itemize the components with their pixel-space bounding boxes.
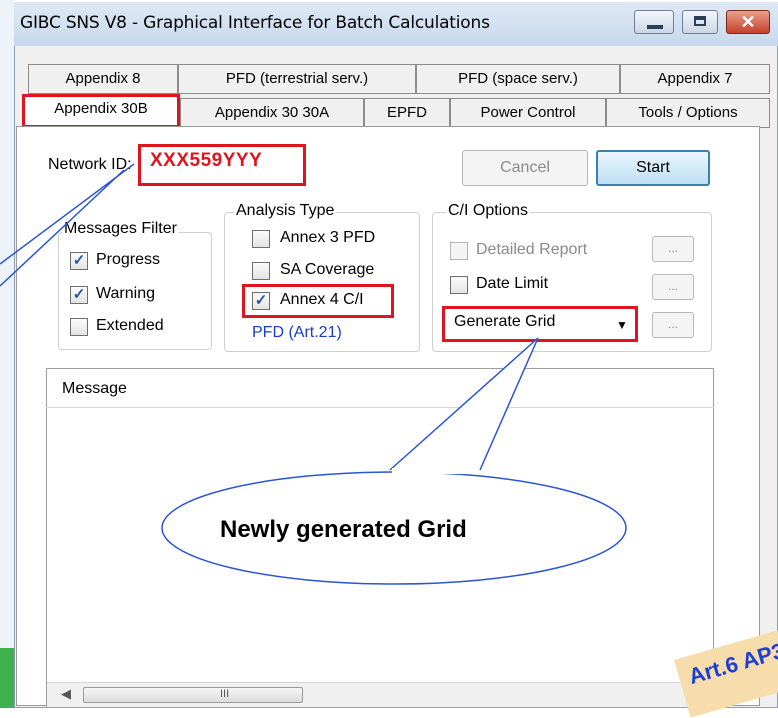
annex-3-pfd-label: Annex 3 PFD [280, 229, 376, 246]
sa-coverage-checkbox[interactable] [252, 262, 270, 280]
annex-4-ci-checkbox[interactable]: ✓ [252, 292, 270, 310]
detailed-report-label: Detailed Report [476, 241, 588, 258]
tab-pfd-terrestrial[interactable]: PFD (terrestrial serv.) [178, 64, 416, 94]
date-limit-label: Date Limit [476, 275, 549, 292]
message-list-header [46, 368, 714, 408]
tab-tools-options[interactable]: Tools / Options [606, 98, 770, 128]
start-button[interactable]: Start [596, 150, 710, 186]
close-button[interactable]: ✕ [726, 10, 770, 34]
callout-label: Newly generated Grid [220, 516, 467, 543]
close-icon: ✕ [740, 12, 756, 32]
ci-options-title: C/I Options [446, 202, 531, 220]
network-id-label: Network ID: [48, 156, 132, 173]
date-limit-checkbox[interactable] [450, 276, 468, 294]
tab-appendix-7[interactable]: Appendix 7 [620, 64, 770, 94]
grid-select-value: Generate Grid [454, 313, 556, 330]
date-limit-browse-button[interactable]: ... [652, 274, 694, 300]
annex-4-ci-label: Annex 4 C/I [280, 291, 364, 308]
analysis-type-title: Analysis Type [234, 202, 337, 220]
minimize-icon [647, 25, 663, 29]
cancel-button[interactable]: Cancel [462, 150, 588, 186]
tab-appendix-30b[interactable]: Appendix 30B [22, 94, 180, 128]
horizontal-scrollbar[interactable]: ◀ III [47, 682, 713, 707]
extended-label: Extended [96, 317, 164, 334]
grid-browse-button[interactable]: ... [652, 312, 694, 338]
green-accent-block [0, 648, 14, 708]
title-bar: GIBC SNS V8 - Graphical Interface for Ba… [14, 2, 778, 46]
scroll-left-icon[interactable]: ◀ [61, 686, 71, 702]
chevron-down-icon: ▼ [616, 318, 628, 332]
scrollbar-grip: III [220, 688, 230, 700]
progress-checkbox[interactable]: ✓ [70, 252, 88, 270]
tab-power-control[interactable]: Power Control [450, 98, 606, 128]
progress-label: Progress [96, 251, 161, 268]
warning-label: Warning [96, 285, 155, 302]
tab-appendix-30-30a[interactable]: Appendix 30 30A [180, 98, 364, 128]
sa-coverage-label: SA Coverage [280, 261, 375, 278]
messages-filter-title: Messages Filter [62, 220, 179, 238]
pfd-art21-link[interactable]: PFD (Art.21) [252, 324, 342, 342]
window-title: GIBC SNS V8 - Graphical Interface for Ba… [20, 13, 490, 33]
message-column-header[interactable]: Message [62, 380, 127, 398]
detailed-report-checkbox[interactable] [450, 242, 468, 260]
detailed-report-browse-button[interactable]: ... [652, 236, 694, 262]
tab-epfd[interactable]: EPFD [364, 98, 450, 128]
network-id-value: XXX559YYY [150, 150, 263, 171]
annex-3-pfd-checkbox[interactable] [252, 230, 270, 248]
maximize-button[interactable] [682, 10, 718, 34]
tab-pfd-space[interactable]: PFD (space serv.) [416, 64, 620, 94]
scrollbar-thumb[interactable]: III [83, 687, 303, 703]
extended-checkbox[interactable] [70, 318, 88, 336]
maximize-icon [694, 16, 706, 26]
warning-checkbox[interactable]: ✓ [70, 286, 88, 304]
minimize-button[interactable] [634, 10, 674, 34]
tab-appendix-8[interactable]: Appendix 8 [28, 64, 178, 94]
